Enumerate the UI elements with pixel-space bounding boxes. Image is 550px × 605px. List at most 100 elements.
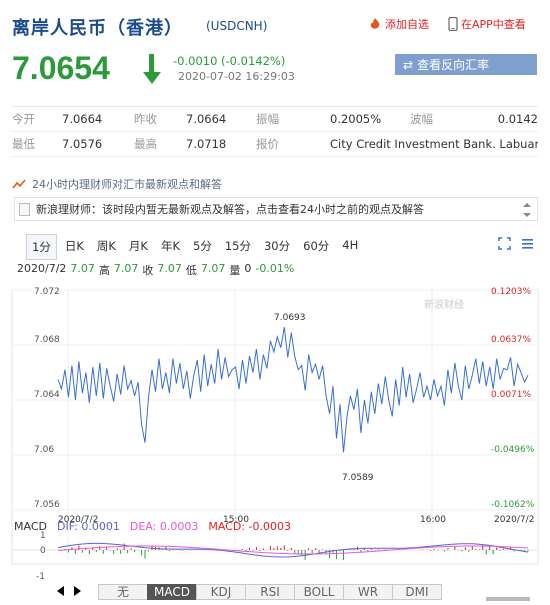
- chevron-up-icon[interactable]: [523, 201, 531, 209]
- settings-icon[interactable]: [521, 237, 534, 250]
- ohlc-pct: -0.01%: [255, 262, 295, 275]
- stat-label: 昨收: [134, 112, 157, 126]
- macd-dif: DIF: 0.0001: [56, 520, 120, 533]
- tab-indicator[interactable]: KDJ: [196, 584, 246, 600]
- y-tick-label: 7.056: [34, 500, 60, 510]
- ohlc-vol: 0: [244, 262, 252, 275]
- stat-value: 7.0576: [62, 137, 103, 151]
- currency-code: (USDCNH): [206, 19, 268, 33]
- tab-period[interactable]: 1分: [26, 234, 57, 260]
- stat-value: 0.2005%: [330, 112, 382, 126]
- macd-y-tick: -1: [36, 572, 45, 580]
- tab-indicator[interactable]: BOLL: [294, 584, 344, 600]
- stat-label: 报价: [256, 137, 279, 151]
- tab-period[interactable]: 日K: [60, 234, 89, 260]
- fire-icon: [370, 18, 380, 29]
- stat-label: 最低: [12, 137, 35, 151]
- tab-indicator[interactable]: 无: [98, 584, 148, 600]
- news-headline: 24小时内理财师对汇市最新观点和解答: [32, 178, 222, 191]
- phone-icon: [448, 17, 458, 31]
- news-ticker[interactable]: 新浪理财师：该时段内暂无最新观点及解答，点击查看24小时之前的观点及解答: [14, 197, 538, 221]
- ohlc-high: 7.07: [113, 262, 139, 275]
- stats-row: 今开 7.0664 昨收 7.0664 振幅 0.2005% 波幅 0.0142: [12, 107, 538, 132]
- tab-indicator[interactable]: MACD: [147, 584, 197, 600]
- open-in-app-button[interactable]: 在APP中查看: [448, 16, 526, 32]
- tab-period[interactable]: 月K: [124, 234, 153, 260]
- fullscreen-icon[interactable]: [498, 237, 511, 250]
- stat-label: 今开: [12, 112, 35, 126]
- quote-time: 2020-07-02 16:29:03: [178, 70, 295, 83]
- y-tick-label: 7.06: [34, 445, 54, 455]
- ohlc-high-label: 高: [98, 264, 110, 277]
- ohlc-date: 2020/7/2: [17, 262, 67, 275]
- pct-tick-label: 0.0637%: [491, 335, 531, 345]
- tab-period[interactable]: 周K: [92, 234, 121, 260]
- max-annotation: 7.0693: [274, 313, 306, 323]
- reverse-rate-label: 查看反向汇率: [417, 58, 490, 72]
- pct-tick-label: 0.0071%: [491, 390, 531, 400]
- reverse-rate-button[interactable]: ⇄ 查看反向汇率: [395, 54, 537, 75]
- open-in-app-label: 在APP中查看: [461, 18, 526, 31]
- tab-indicator[interactable]: DMI: [392, 584, 442, 600]
- stat-value: City Credit Investment Bank. Labuan: [330, 137, 538, 151]
- current-price: 7.0654: [12, 50, 110, 86]
- stat-value: 7.0718: [186, 137, 227, 151]
- pct-tick-label: 0.1203%: [491, 287, 531, 297]
- add-favorite-button[interactable]: 添加自选: [368, 16, 429, 32]
- page-title: 离岸人民币（香港）: [12, 18, 183, 39]
- pct-tick-label: -0.1062%: [491, 500, 535, 510]
- y-tick-label: 7.064: [34, 390, 60, 400]
- stats-row: 最低 7.0576 最高 7.0718 报价 City Credit Inves…: [12, 132, 538, 157]
- indicator-tabs: 无 MACD KDJ RSI BOLL WR DMI: [98, 584, 442, 600]
- triangle-left-icon[interactable]: [56, 585, 66, 597]
- y-tick-label: 7.072: [34, 287, 60, 297]
- down-arrow-icon: [143, 54, 161, 84]
- x-tick-label: 16:00: [420, 515, 446, 525]
- tab-indicator[interactable]: WR: [343, 584, 393, 600]
- price-change: -0.0010 (-0.0142%): [173, 54, 286, 68]
- tab-period[interactable]: 15分: [220, 234, 256, 260]
- add-favorite-label: 添加自选: [385, 18, 429, 31]
- pct-tick-label: -0.0496%: [491, 445, 535, 455]
- news-ticker-text: 新浪理财师：该时段内暂无最新观点及解答，点击查看24小时之前的观点及解答: [36, 203, 424, 216]
- news-headline-link[interactable]: 24小时内理财师对汇市最新观点和解答: [12, 176, 222, 192]
- tab-period[interactable]: 60分: [298, 234, 334, 260]
- ohlc-low: 7.07: [200, 262, 226, 275]
- swap-icon: ⇄: [403, 57, 414, 72]
- pan-controls: [56, 585, 82, 597]
- macd-title: MACD: [14, 520, 47, 533]
- period-tabs: 1分 日K 周K 月K 年K 5分 15分 30分 60分 4H: [26, 234, 366, 260]
- ohlc-low-label: 低: [185, 264, 197, 277]
- ohlc-close-label: 收: [142, 264, 154, 277]
- tab-period[interactable]: 4H: [337, 234, 363, 260]
- stat-value: 7.0664: [62, 112, 103, 126]
- chart-tools: [498, 237, 534, 250]
- ohlc-info: 2020/7/2 7.07 高 7.07 收 7.07 低 7.07 量 0 -…: [17, 262, 294, 278]
- stat-value: 0.0142: [497, 112, 538, 126]
- price-line: [57, 327, 529, 453]
- trend-icon: [12, 179, 26, 189]
- stat-value: 7.0664: [186, 112, 227, 126]
- macd-legend: MACD DIF: 0.0001 DEA: 0.0003 MACD: -0.00…: [14, 520, 291, 533]
- chart-scrollbar[interactable]: [486, 597, 530, 601]
- macd-dea: DEA: 0.0003: [129, 520, 199, 533]
- tab-indicator[interactable]: RSI: [245, 584, 295, 600]
- ohlc-vol-label: 量: [229, 264, 241, 277]
- tab-period[interactable]: 30分: [259, 234, 295, 260]
- stat-label: 波幅: [410, 112, 433, 126]
- triangle-right-icon[interactable]: [72, 585, 82, 597]
- ohlc-close: 7.07: [157, 262, 182, 275]
- y-tick-label: 7.068: [34, 335, 60, 345]
- macd-y-tick: 0: [40, 546, 46, 556]
- price-chart[interactable]: 7.072 0.1203% 7.068 0.0637% 7.064 0.0071% 7.06…: [0, 280, 550, 580]
- stat-label: 最高: [134, 137, 157, 151]
- watermark: 新浪财经: [424, 298, 464, 311]
- tab-period[interactable]: 年K: [156, 234, 185, 260]
- stats-table: 今开 7.0664 昨收 7.0664 振幅 0.2005% 波幅 0.0142…: [12, 106, 538, 157]
- min-annotation: 7.0589: [342, 473, 374, 483]
- document-icon: [19, 202, 30, 216]
- chevron-down-icon[interactable]: [523, 211, 531, 219]
- tab-period[interactable]: 5分: [188, 234, 217, 260]
- ohlc-open: 7.07: [70, 262, 95, 275]
- stat-label: 振幅: [256, 112, 279, 126]
